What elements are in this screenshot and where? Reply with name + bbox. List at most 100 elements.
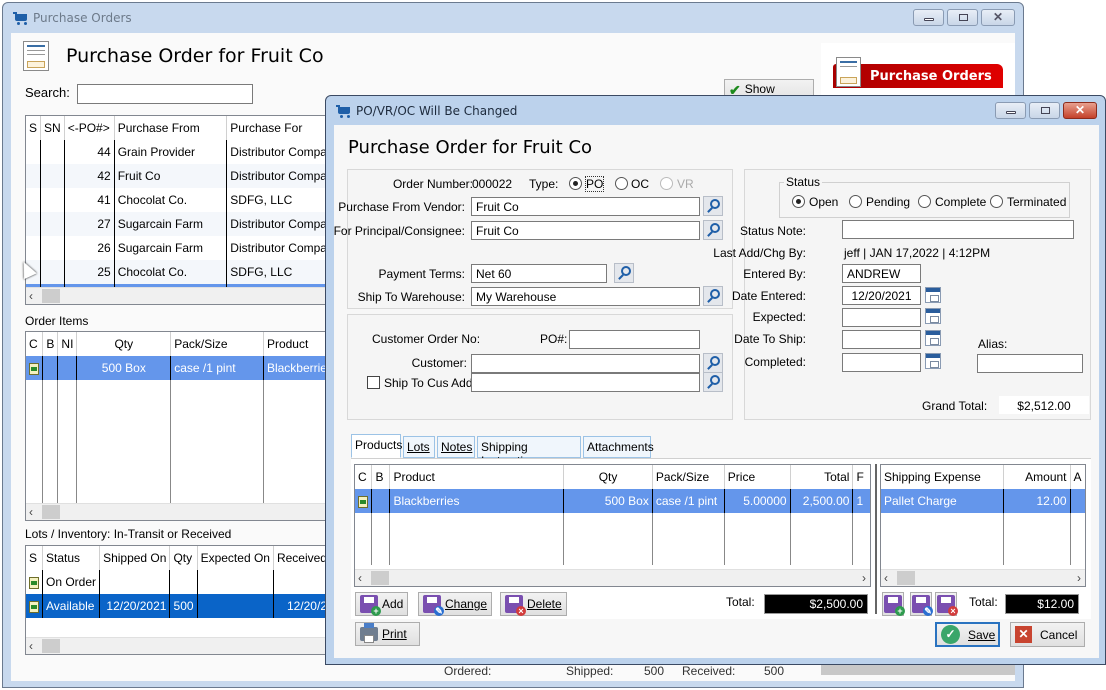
table-row[interactable]: 27 Sugarcain Farm Distributor Compa — [26, 212, 330, 236]
principal-input[interactable]: Fruit Co — [471, 221, 700, 240]
status-option-pending[interactable]: Pending — [866, 195, 910, 209]
type-option-oc[interactable]: OC — [631, 177, 649, 191]
status-radio-pending[interactable] — [849, 195, 862, 208]
column-header[interactable]: Shipped On — [99, 546, 170, 570]
dialog-maximize-button[interactable] — [1029, 102, 1060, 119]
type-option-po[interactable]: PO — [584, 176, 605, 192]
scroll-left-icon[interactable]: ‹ — [29, 289, 33, 303]
dialog-close-button[interactable]: ✕ — [1063, 102, 1097, 119]
products-grid[interactable]: C B Product Qty Pack/Size Price Total F … — [354, 464, 871, 587]
customer-search-button[interactable] — [703, 353, 723, 373]
products-scrollbar[interactable]: ‹ › — [355, 569, 870, 586]
maximize-button[interactable] — [947, 9, 978, 26]
warehouse-search-button[interactable] — [703, 286, 723, 306]
status-option-open[interactable]: Open — [809, 195, 838, 209]
type-radio-oc[interactable] — [615, 177, 628, 190]
scroll-left-icon[interactable]: ‹ — [358, 571, 362, 585]
calendar-icon[interactable] — [925, 330, 941, 346]
status-radio-terminated[interactable] — [990, 195, 1003, 208]
calendar-icon[interactable] — [925, 353, 941, 369]
column-header[interactable]: Total — [789, 465, 853, 489]
customer-input[interactable] — [471, 354, 700, 373]
cancel-button[interactable]: ✕ Cancel — [1010, 622, 1085, 647]
shipping-grid[interactable]: Shipping Expense Amount A Pallet Charge … — [880, 464, 1086, 587]
table-row[interactable]: 26 Sugarcain Farm Distributor Compa — [26, 236, 330, 260]
expected-input[interactable] — [842, 308, 921, 327]
table-row[interactable]: 25 Chocolat Co. SDFG, LLC — [26, 260, 330, 284]
column-header[interactable]: S — [26, 116, 41, 140]
date-to-ship-input[interactable] — [842, 330, 921, 349]
table-row[interactable]: 42 Fruit Co Distributor Compa — [26, 164, 330, 188]
date-entered-input[interactable]: 12/20/2021 — [842, 286, 921, 305]
payment-terms-input[interactable]: Net 60 — [471, 264, 607, 283]
save-button[interactable]: ✓ Save — [935, 622, 1000, 647]
vendor-search-button[interactable] — [703, 196, 723, 216]
change-product-button[interactable]: ✎ Change — [418, 592, 492, 616]
scroll-thumb[interactable] — [42, 639, 60, 653]
add-product-button[interactable]: + Add — [355, 592, 408, 616]
status-radio-complete[interactable] — [918, 195, 931, 208]
column-header[interactable]: Price — [723, 465, 791, 489]
column-header[interactable]: B — [371, 465, 390, 489]
add-shipping-button[interactable]: + — [882, 592, 905, 616]
status-option-terminated[interactable]: Terminated — [1007, 195, 1066, 209]
tab-notes[interactable]: Notes — [437, 436, 475, 458]
order-items-scrollbar[interactable]: ‹ — [26, 503, 330, 520]
table-row[interactable]: 44 Grain Provider Distributor Compa — [26, 140, 330, 164]
scroll-thumb[interactable] — [897, 571, 915, 585]
table-row[interactable]: Pallet Charge 12.00 — [881, 489, 1085, 513]
table-row[interactable]: Available 12/20/2021 500 12/20/2 — [26, 594, 330, 618]
scroll-left-icon[interactable]: ‹ — [884, 571, 888, 585]
column-header[interactable]: Product — [389, 465, 564, 489]
principal-search-button[interactable] — [703, 220, 723, 240]
shipping-scrollbar[interactable]: ‹ › — [881, 569, 1085, 586]
column-header[interactable]: Status — [41, 546, 100, 570]
tab-shipping-instructions[interactable]: Shipping Instructions — [477, 436, 581, 468]
column-header[interactable]: C — [355, 465, 372, 489]
tab-lots[interactable]: Lots — [403, 436, 435, 458]
column-header[interactable]: Shipping Expense — [881, 465, 1003, 489]
scroll-right-icon[interactable]: › — [1077, 571, 1081, 585]
scroll-thumb[interactable] — [371, 571, 389, 585]
table-row[interactable]: On Order — [26, 570, 330, 594]
column-header[interactable]: SN — [40, 116, 65, 140]
scroll-thumb[interactable] — [42, 289, 60, 303]
column-header[interactable]: <-PO#> — [63, 116, 115, 140]
order-items-grid[interactable]: C B NI Qty Pack/Size Product 500 Box cas… — [25, 331, 331, 521]
alias-input[interactable] — [977, 354, 1083, 373]
change-shipping-button[interactable]: ✎ — [910, 592, 933, 616]
calendar-icon[interactable] — [925, 308, 941, 324]
lots-scrollbar[interactable]: ‹ — [26, 637, 330, 654]
scroll-right-icon[interactable]: › — [862, 571, 866, 585]
table-row[interactable]: Blackberries 500 Box case /1 pint 5.0000… — [355, 489, 870, 513]
table-row[interactable]: 41 Chocolat Co. SDFG, LLC — [26, 188, 330, 212]
po-list-grid[interactable]: S SN <-PO#> Purchase From Purchase For 4… — [25, 115, 331, 305]
calendar-icon[interactable] — [925, 287, 941, 303]
status-radio-open[interactable] — [792, 195, 805, 208]
delete-product-button[interactable]: × Delete — [500, 592, 567, 616]
delete-shipping-button[interactable]: × — [935, 592, 958, 616]
column-header[interactable]: F — [852, 465, 870, 489]
column-header[interactable]: Purchase For — [226, 116, 330, 140]
po-grid-scrollbar[interactable]: ‹ — [26, 287, 330, 304]
column-header[interactable]: Received — [272, 546, 330, 570]
status-note-input[interactable] — [842, 220, 1074, 239]
minimize-button[interactable] — [913, 9, 944, 26]
scroll-left-icon[interactable]: ‹ — [29, 505, 33, 519]
dialog-minimize-button[interactable] — [995, 102, 1026, 119]
tab-products[interactable]: Products — [351, 434, 402, 458]
column-header[interactable]: Purchase From — [113, 116, 227, 140]
column-header[interactable]: B — [42, 332, 58, 356]
ship-to-cus-search-button[interactable] — [703, 372, 723, 392]
scroll-thumb[interactable] — [42, 505, 60, 519]
column-header[interactable]: Expected On — [196, 546, 274, 570]
scroll-left-icon[interactable]: ‹ — [29, 639, 33, 653]
search-input[interactable] — [77, 84, 253, 104]
column-header[interactable]: Qty — [76, 332, 171, 356]
column-header[interactable]: A — [1069, 465, 1085, 489]
column-header[interactable]: Amount — [1002, 465, 1070, 489]
column-header[interactable]: C — [26, 332, 43, 356]
po-num-input[interactable] — [569, 330, 700, 349]
column-header[interactable]: Qty — [563, 465, 653, 489]
lots-grid[interactable]: S Status Shipped On Qty Expected On Rece… — [25, 545, 331, 655]
